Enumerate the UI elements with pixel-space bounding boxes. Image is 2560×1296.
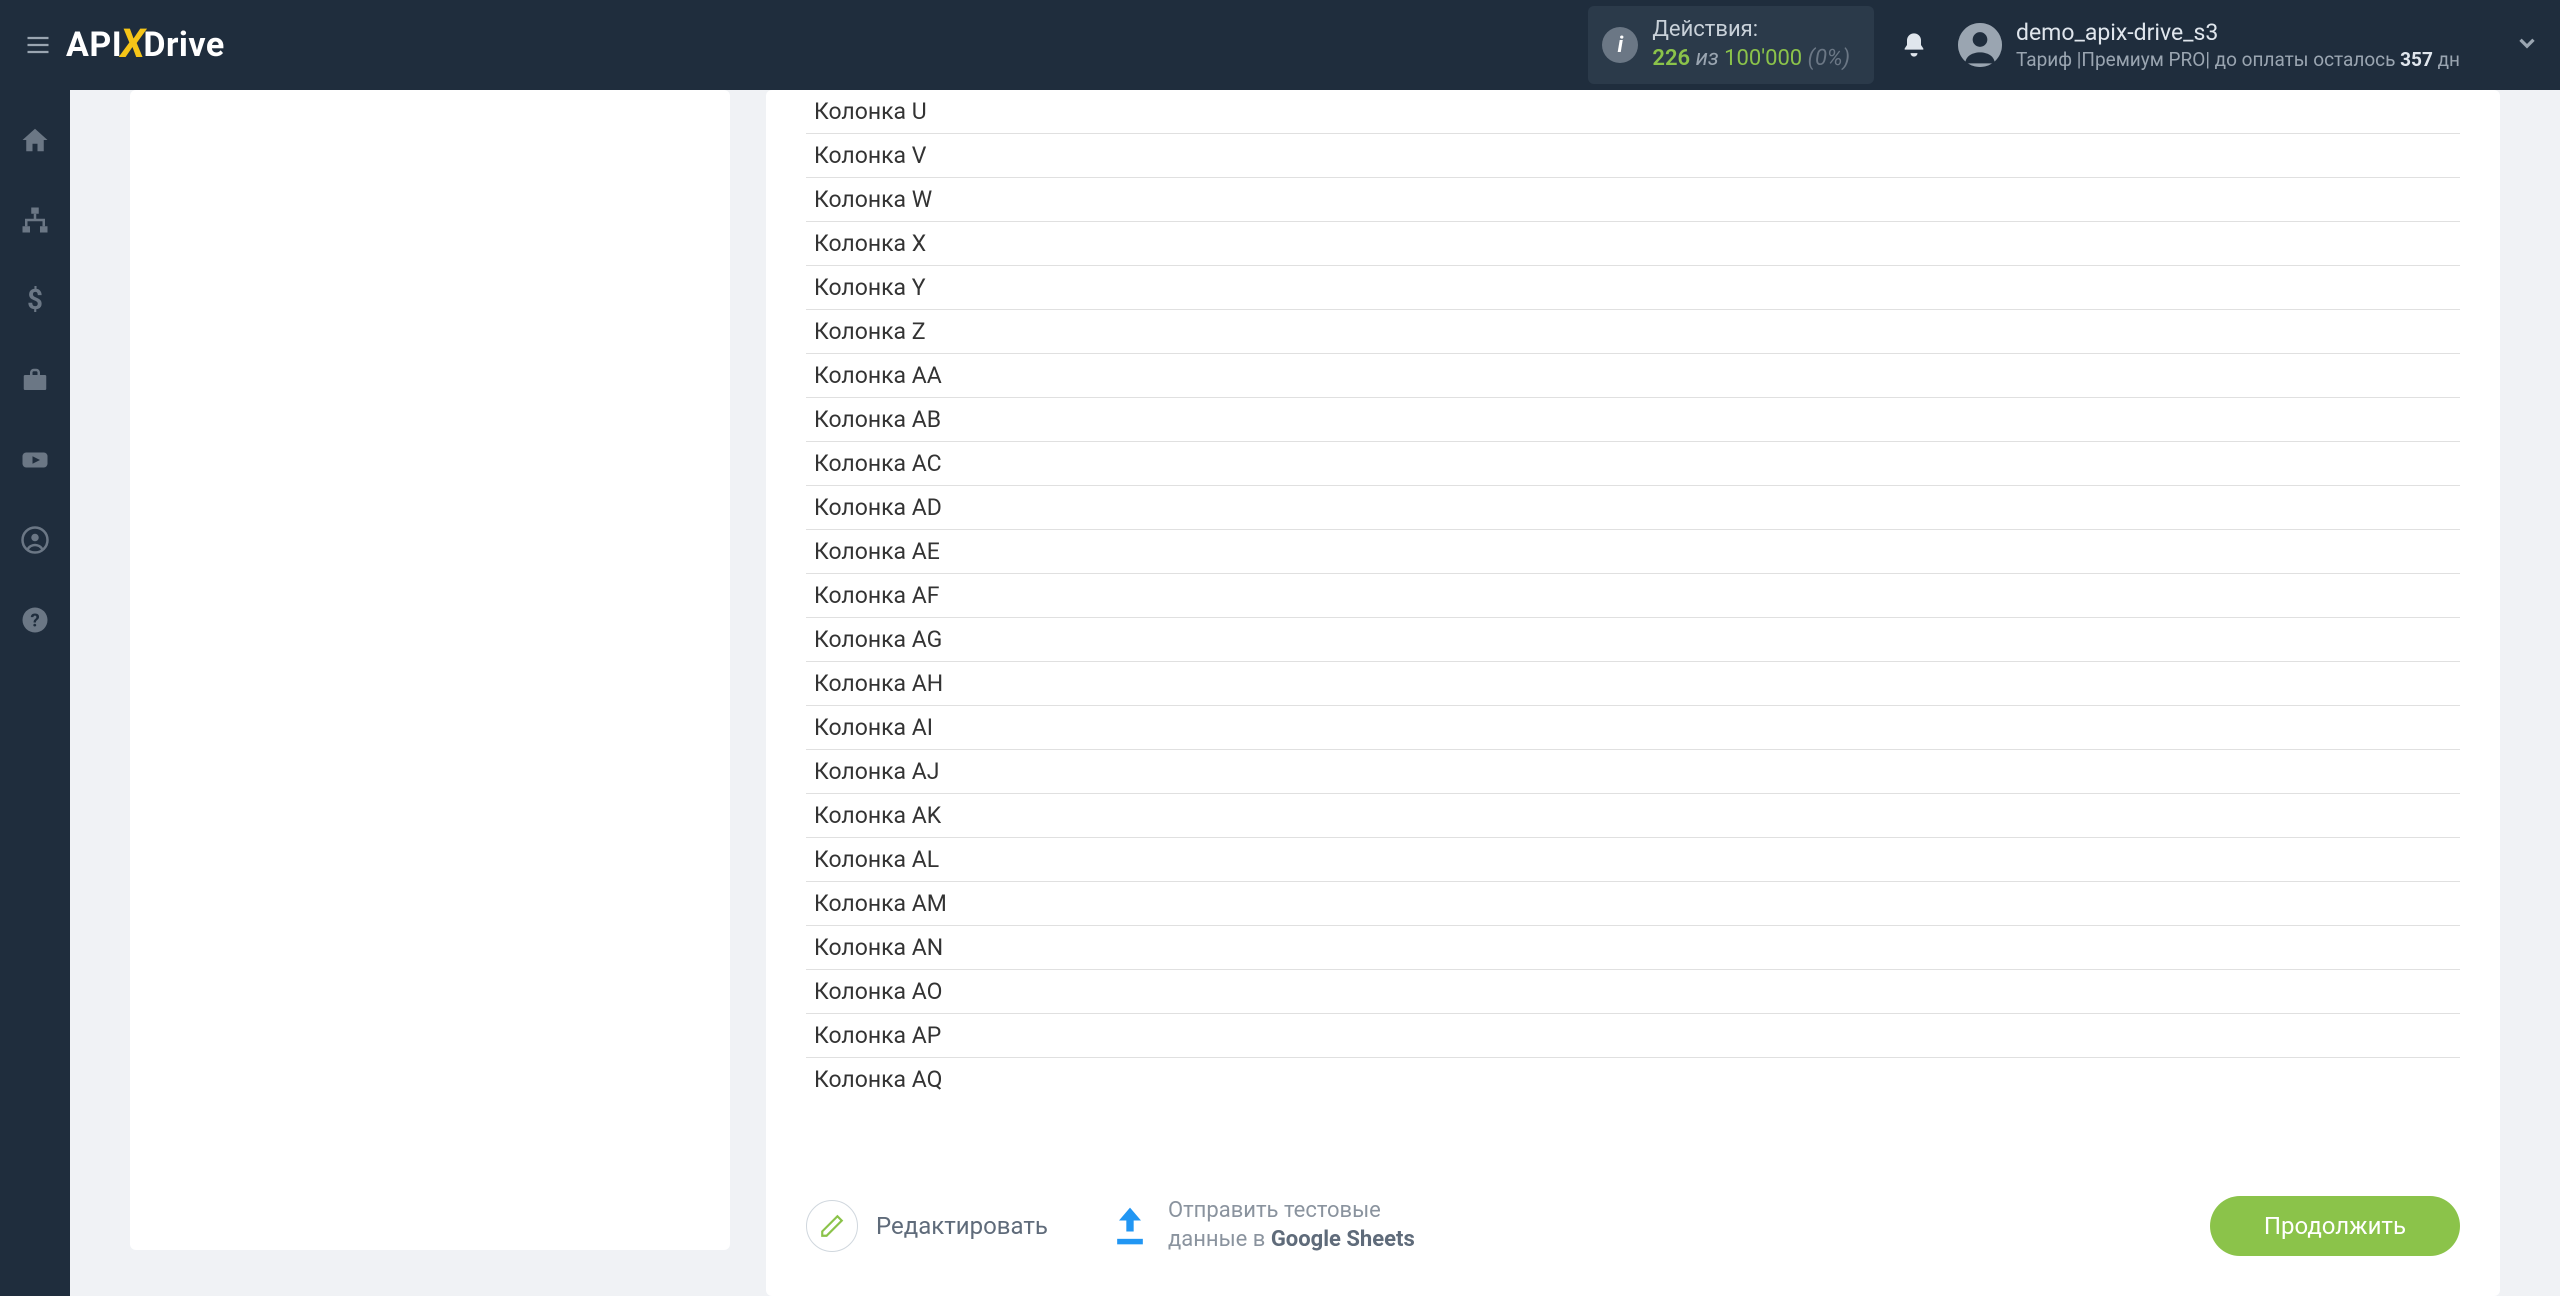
column-row[interactable]: Колонка AK [806, 794, 2460, 838]
sidebar: $ ? [0, 90, 70, 1296]
svg-text:?: ? [30, 609, 39, 631]
column-row[interactable]: Колонка AD [806, 486, 2460, 530]
sidebar-item-account[interactable] [15, 520, 55, 560]
edit-icon-circle [806, 1200, 858, 1252]
logo-text-api: API [66, 25, 122, 65]
actions-used: 226 [1652, 46, 1690, 71]
user-menu-toggle[interactable] [2514, 30, 2540, 60]
username: demo_apix-drive_s3 [2016, 18, 2460, 48]
actions-label: Действия: [1652, 16, 1850, 45]
column-row[interactable]: Колонка AQ [806, 1058, 2460, 1101]
avatar [1958, 23, 2002, 67]
hamburger-icon [24, 31, 52, 59]
sidebar-item-connections[interactable] [15, 200, 55, 240]
tariff-days: 357 [2400, 48, 2433, 71]
edit-button[interactable]: Редактировать [806, 1200, 1048, 1252]
youtube-icon [20, 445, 50, 475]
sitemap-icon [20, 205, 50, 235]
column-row[interactable]: Колонка Z [806, 310, 2460, 354]
logo[interactable]: APIXDrive [66, 22, 225, 69]
tariff-line: Тариф |Премиум PRO| до оплаты осталось 3… [2016, 48, 2460, 73]
column-row[interactable]: Колонка U [806, 90, 2460, 134]
notifications-button[interactable] [1894, 25, 1934, 65]
actions-values: 226 из 100'000 (0%) [1652, 45, 1850, 74]
column-row[interactable]: Колонка V [806, 134, 2460, 178]
column-row[interactable]: Колонка W [806, 178, 2460, 222]
column-row[interactable]: Колонка AH [806, 662, 2460, 706]
column-row[interactable]: Колонка AM [806, 882, 2460, 926]
briefcase-icon [20, 365, 50, 395]
menu-toggle-button[interactable] [20, 27, 56, 63]
question-icon: ? [20, 605, 50, 635]
logo-text-x: X [120, 20, 145, 67]
column-row[interactable]: Колонка X [806, 222, 2460, 266]
user-circle-icon [20, 525, 50, 555]
right-panel: Колонка UКолонка VКолонка WКолонка XКоло… [766, 90, 2500, 1296]
send-test-button[interactable]: Отправить тестовые данные в Google Sheet… [1108, 1197, 1415, 1254]
sidebar-item-billing[interactable]: $ [15, 280, 55, 320]
edit-label: Редактировать [876, 1212, 1048, 1240]
column-row[interactable]: Колонка AL [806, 838, 2460, 882]
column-row[interactable]: Колонка AN [806, 926, 2460, 970]
column-row[interactable]: Колонка AP [806, 1014, 2460, 1058]
dollar-icon: $ [20, 285, 50, 315]
continue-button[interactable]: Продолжить [2210, 1196, 2460, 1256]
main-area: Колонка UКолонка VКолонка WКолонка XКоло… [70, 90, 2560, 1296]
column-row[interactable]: Колонка AA [806, 354, 2460, 398]
column-row[interactable]: Колонка Y [806, 266, 2460, 310]
info-icon: i [1602, 27, 1638, 63]
send-test-line1: Отправить тестовые [1168, 1197, 1415, 1226]
logo-text-drive: Drive [143, 25, 224, 65]
send-test-line2: данные в Google Sheets [1168, 1226, 1415, 1255]
panel-footer: Редактировать Отправить тестовые данные … [766, 1172, 2500, 1296]
bell-icon [1900, 31, 1928, 59]
column-row[interactable]: Колонка AC [806, 442, 2460, 486]
upload-icon [1108, 1204, 1152, 1248]
column-row[interactable]: Колонка AG [806, 618, 2460, 662]
actions-pct: (0%) [1808, 46, 1850, 71]
column-row[interactable]: Колонка AF [806, 574, 2460, 618]
column-row[interactable]: Колонка AO [806, 970, 2460, 1014]
sidebar-item-help[interactable]: ? [15, 600, 55, 640]
actions-of: из [1696, 46, 1725, 71]
chevron-down-icon [2514, 30, 2540, 56]
home-icon [20, 125, 50, 155]
sidebar-item-work[interactable] [15, 360, 55, 400]
column-row[interactable]: Колонка AB [806, 398, 2460, 442]
pencil-icon [819, 1213, 845, 1239]
svg-text:$: $ [27, 285, 43, 315]
user-icon [1958, 23, 2002, 67]
column-row[interactable]: Колонка AE [806, 530, 2460, 574]
sidebar-item-video[interactable] [15, 440, 55, 480]
column-list: Колонка UКолонка VКолонка WКолонка XКоло… [766, 90, 2500, 1172]
sidebar-item-home[interactable] [15, 120, 55, 160]
topbar: APIXDrive i Действия: 226 из 100'000 (0%… [0, 0, 2560, 90]
actions-total: 100'000 [1724, 46, 1802, 71]
user-menu[interactable]: demo_apix-drive_s3 Тариф |Премиум PRO| д… [1958, 18, 2540, 73]
actions-status-pill[interactable]: i Действия: 226 из 100'000 (0%) [1588, 6, 1874, 83]
left-panel [130, 90, 730, 1250]
column-row[interactable]: Колонка AJ [806, 750, 2460, 794]
column-row[interactable]: Колонка AI [806, 706, 2460, 750]
